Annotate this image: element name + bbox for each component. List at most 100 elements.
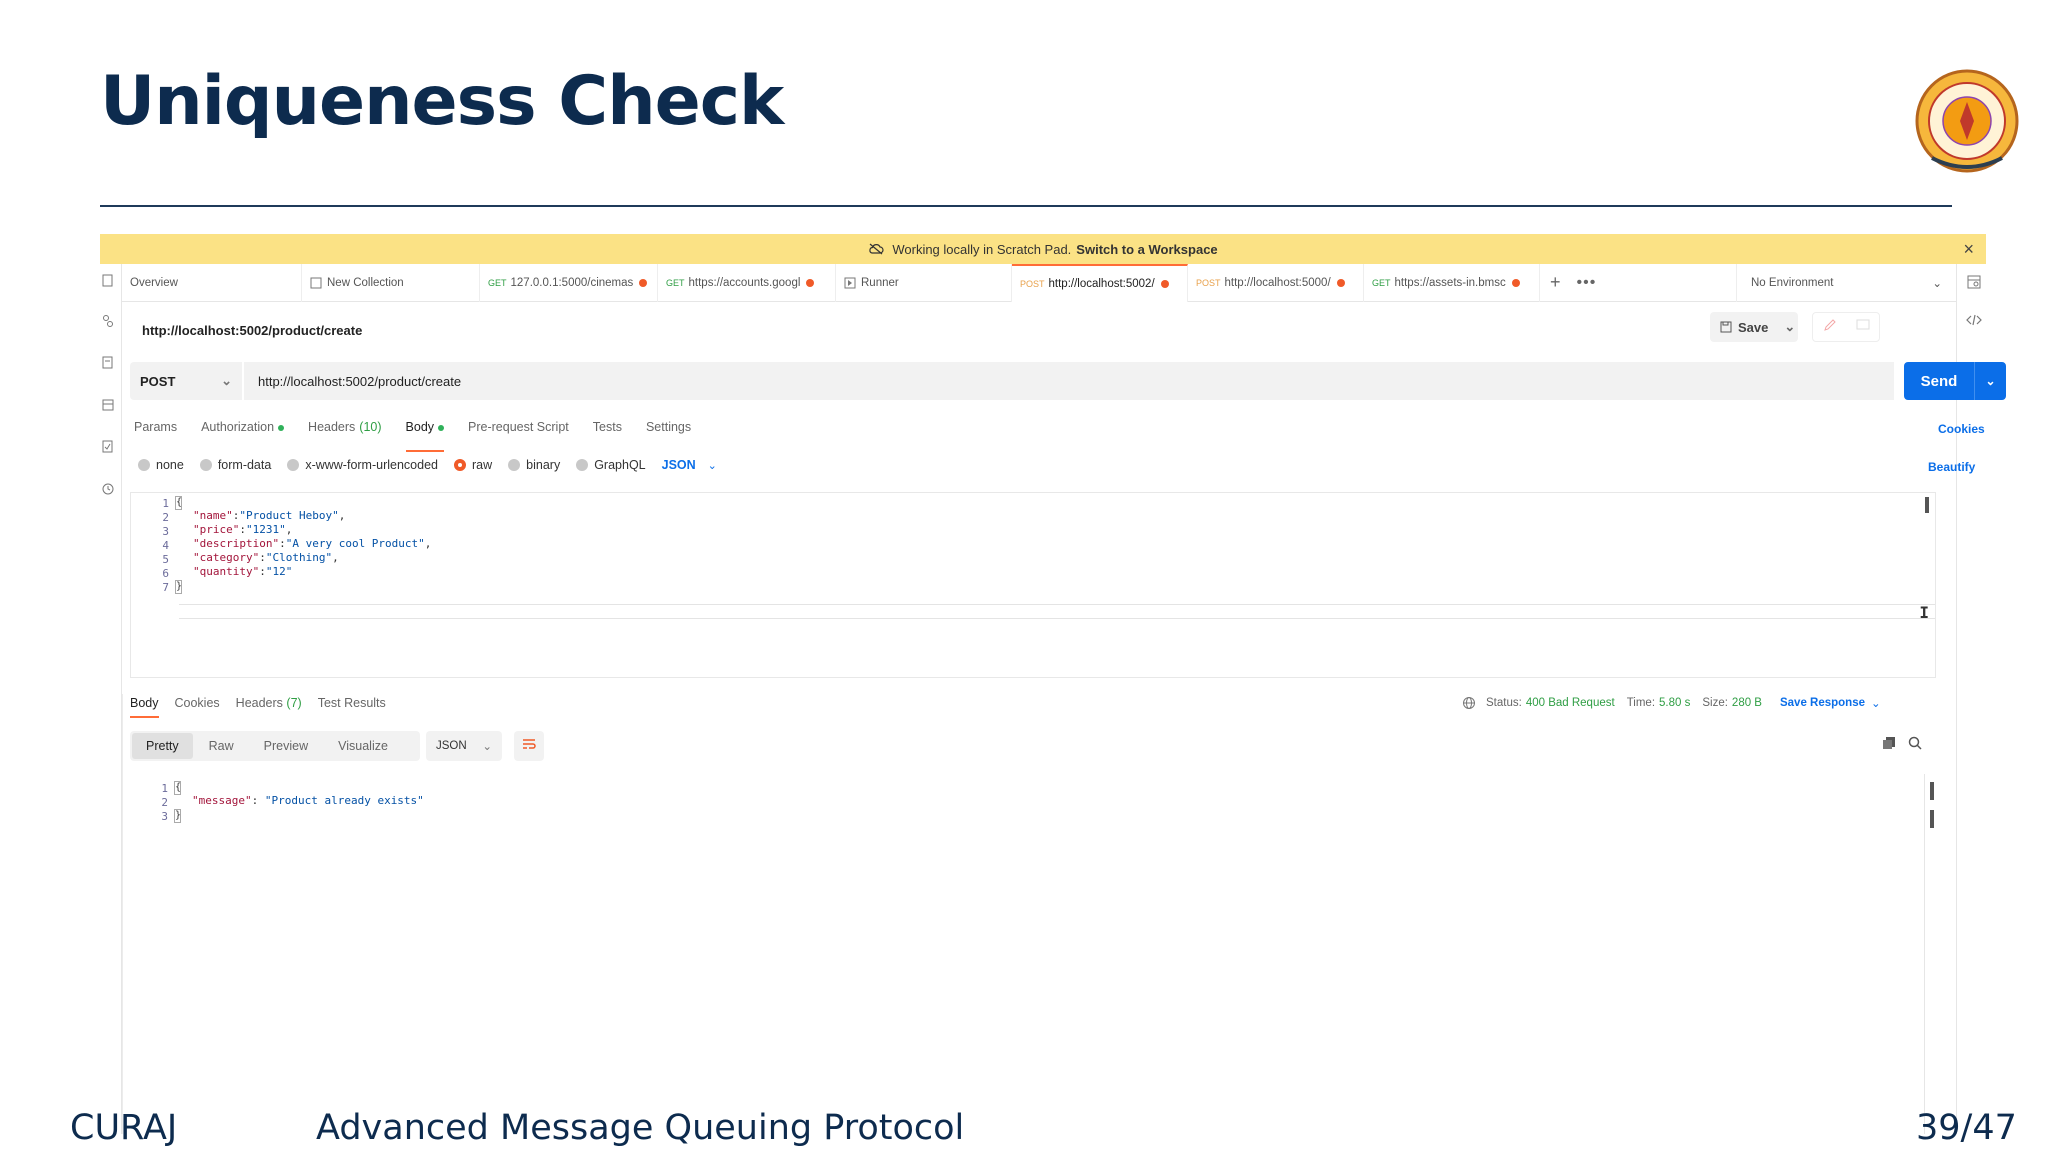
search-icon[interactable] bbox=[1908, 736, 1922, 750]
unsaved-dot bbox=[639, 278, 648, 287]
collections-icon[interactable] bbox=[101, 274, 115, 288]
json-trail: , bbox=[338, 509, 346, 522]
json-value: "1231" bbox=[245, 523, 286, 536]
status-value[interactable]: 400 Bad Request bbox=[1526, 697, 1615, 709]
view-pretty[interactable]: Pretty bbox=[132, 733, 193, 759]
mock-servers-icon[interactable] bbox=[101, 398, 115, 412]
code-icon[interactable] bbox=[1966, 312, 1982, 328]
send-button[interactable]: Send ⌄ bbox=[1904, 362, 2006, 400]
time-label: Time: bbox=[1626, 697, 1656, 709]
view-raw[interactable]: Raw bbox=[195, 733, 248, 759]
chevron-down-icon[interactable]: ⌄ bbox=[1871, 696, 1881, 710]
apis-icon[interactable] bbox=[101, 314, 115, 328]
tab-headers[interactable]: Headers (10) bbox=[308, 420, 381, 444]
status-dot bbox=[438, 425, 445, 431]
send-label: Send bbox=[1920, 372, 1958, 390]
copy-icon[interactable] bbox=[1882, 736, 1896, 750]
time-value[interactable]: 5.80 s bbox=[1659, 697, 1690, 709]
response-tools bbox=[1870, 736, 1922, 750]
edit-icon[interactable] bbox=[1823, 318, 1837, 337]
active-line-bottom bbox=[179, 618, 1935, 619]
environments-icon[interactable] bbox=[101, 356, 115, 370]
cookies-link[interactable]: Cookies bbox=[1938, 422, 1985, 436]
active-line-top bbox=[179, 604, 1935, 605]
switch-workspace-link[interactable]: Switch to a Workspace bbox=[1076, 242, 1217, 257]
json-key: "name" bbox=[193, 509, 233, 522]
radio-binary[interactable]: binary bbox=[508, 458, 560, 472]
tab-response-headers[interactable]: Headers (7) bbox=[236, 696, 302, 710]
tab-get-assets[interactable]: GET https://assets-in.bmsc bbox=[1364, 263, 1540, 302]
radio-none[interactable]: none bbox=[138, 458, 184, 472]
tab-settings[interactable]: Settings bbox=[646, 420, 691, 444]
tab-post-localhost-5000[interactable]: POST http://localhost:5000/ bbox=[1188, 263, 1364, 302]
view-preview[interactable]: Preview bbox=[250, 733, 322, 759]
radio-raw[interactable]: raw bbox=[454, 458, 492, 472]
monitors-icon[interactable] bbox=[101, 440, 115, 454]
tab-params[interactable]: Params bbox=[134, 420, 177, 444]
code-line: "quantity":"12" bbox=[193, 565, 293, 578]
save-response-button[interactable]: Save Response bbox=[1780, 697, 1865, 709]
tab-response-body[interactable]: Body bbox=[130, 696, 159, 718]
response-scrollbar[interactable] bbox=[1930, 782, 1934, 800]
beautify-link[interactable]: Beautify bbox=[1928, 460, 1975, 474]
history-icon[interactable] bbox=[101, 482, 115, 496]
environment-selector[interactable]: No Environment ⌄ bbox=[1736, 264, 1956, 302]
tab-response-cookies[interactable]: Cookies bbox=[175, 696, 220, 710]
chevron-down-icon[interactable]: ⌄ bbox=[1975, 374, 2006, 388]
comments-icon[interactable] bbox=[1856, 318, 1870, 337]
response-scrollbar[interactable] bbox=[1930, 810, 1934, 828]
tab-get-accounts[interactable]: GET https://accounts.googl bbox=[658, 263, 836, 302]
close-icon[interactable]: × bbox=[1963, 239, 1974, 260]
code-line: } bbox=[174, 808, 181, 823]
tab-pre-request-script[interactable]: Pre-request Script bbox=[468, 420, 569, 444]
radio-urlencoded[interactable]: x-www-form-urlencoded bbox=[287, 458, 438, 472]
method-tag: POST bbox=[1196, 277, 1221, 288]
body-type-options: none form-data x-www-form-urlencoded raw… bbox=[138, 458, 717, 472]
wrap-lines-button[interactable] bbox=[514, 731, 544, 761]
tab-overview[interactable]: Overview bbox=[122, 263, 302, 302]
response-format-select[interactable]: JSON ⌄ bbox=[426, 731, 502, 761]
request-config-tabs: Params Authorization Headers (10) Body Pr… bbox=[134, 420, 715, 452]
code-line: { bbox=[174, 780, 181, 795]
tab-test-results[interactable]: Test Results bbox=[318, 696, 386, 710]
chevron-down-icon[interactable]: ⌄ bbox=[1784, 319, 1795, 335]
body-format-select[interactable]: JSON ⌄ bbox=[662, 458, 717, 472]
method-value: POST bbox=[140, 373, 176, 389]
tab-runner[interactable]: Runner bbox=[836, 263, 1012, 302]
save-label: Save bbox=[1738, 319, 1769, 335]
request-body-editor[interactable]: 1 2 3 4 5 6 7 { "name":"Product Heboy", … bbox=[130, 492, 1936, 678]
chevron-down-icon: ⌄ bbox=[707, 459, 717, 472]
response-body-viewer[interactable]: 1 2 3 { "message": "Product already exis… bbox=[122, 694, 1936, 1134]
url-input[interactable] bbox=[244, 362, 1894, 400]
save-button[interactable]: Save ⌄ bbox=[1710, 312, 1798, 342]
tab-authorization[interactable]: Authorization bbox=[201, 420, 285, 444]
size-value[interactable]: 280 B bbox=[1732, 697, 1762, 709]
format-label: JSON bbox=[661, 458, 696, 472]
method-tag: GET bbox=[666, 277, 685, 288]
line-number: 6 bbox=[162, 567, 169, 580]
more-tabs-icon[interactable]: ••• bbox=[1571, 274, 1603, 292]
status-label: Status: bbox=[1486, 697, 1522, 709]
request-name[interactable]: http://localhost:5002/product/create bbox=[142, 323, 362, 338]
view-visualize[interactable]: Visualize bbox=[324, 733, 402, 759]
tab-tests[interactable]: Tests bbox=[593, 420, 622, 444]
environment-quick-look-icon[interactable] bbox=[1966, 274, 1982, 290]
headers-count: (10) bbox=[359, 420, 382, 434]
json-value: "Clothing" bbox=[265, 551, 333, 564]
radio-label: x-www-form-urlencoded bbox=[305, 458, 438, 472]
chevron-down-icon: ⌄ bbox=[221, 373, 232, 388]
method-select[interactable]: POST ⌄ bbox=[130, 362, 242, 400]
tab-get-cinemas[interactable]: GET 127.0.0.1:5000/cinemas bbox=[480, 263, 658, 302]
radio-circle bbox=[576, 459, 589, 471]
tab-body[interactable]: Body bbox=[405, 420, 445, 452]
tab-label: Headers bbox=[308, 420, 356, 434]
new-tab-plus-icon[interactable]: + bbox=[1540, 272, 1571, 293]
code-line: "message": "Product already exists" bbox=[192, 794, 424, 807]
tab-post-localhost-5002[interactable]: POST http://localhost:5002/ bbox=[1012, 263, 1188, 302]
footer-institution: CURAJ bbox=[70, 1108, 178, 1148]
radio-graphql[interactable]: GraphQL bbox=[576, 458, 646, 472]
radio-form-data[interactable]: form-data bbox=[199, 458, 271, 472]
tab-new-collection[interactable]: New Collection bbox=[302, 263, 480, 302]
editor-scrollbar[interactable] bbox=[1925, 497, 1929, 513]
json-value: "A very cool Product" bbox=[285, 537, 425, 550]
